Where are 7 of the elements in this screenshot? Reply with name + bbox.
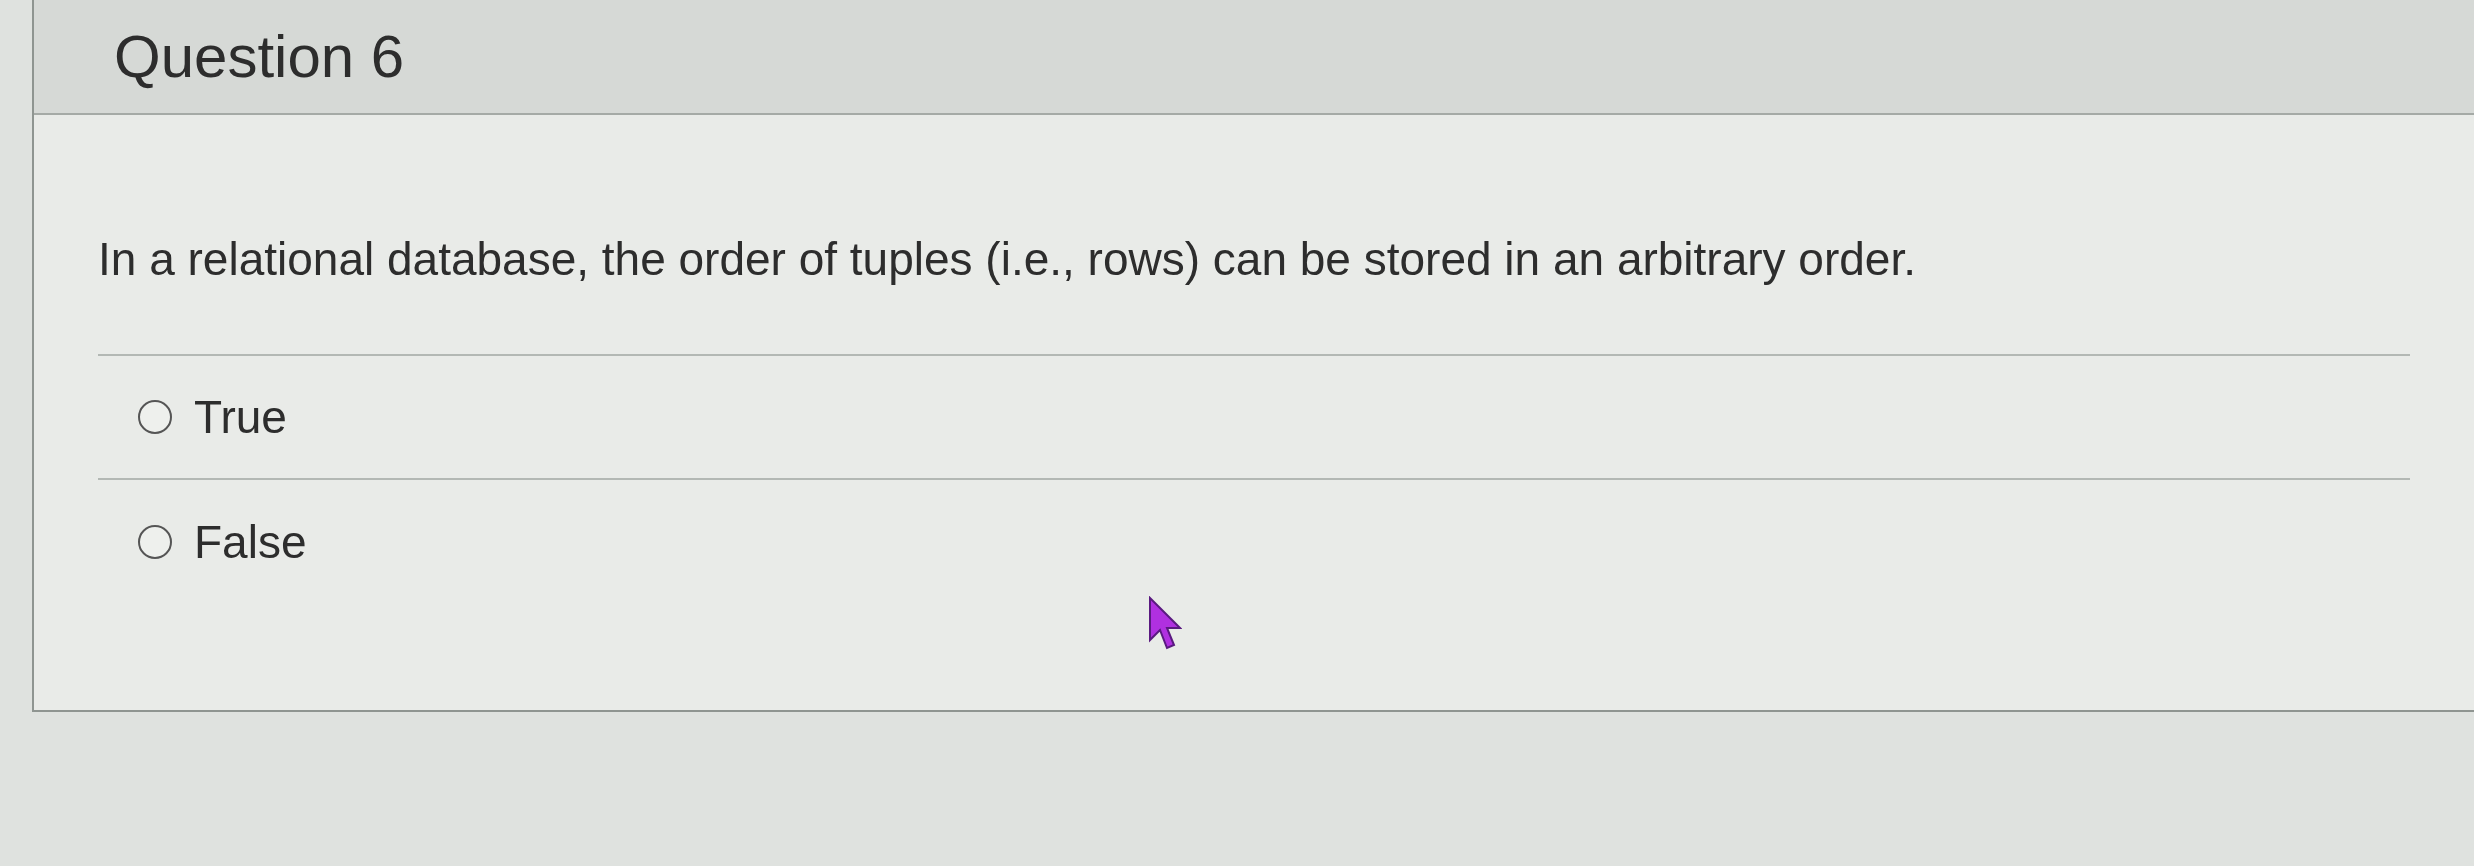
option-label[interactable]: False — [194, 507, 307, 577]
option-label[interactable]: True — [194, 382, 287, 452]
question-text: In a relational database, the order of tuples (i.e., rows) can be stored in an arbitrary order. — [98, 232, 1917, 287]
cursor-icon — [1148, 596, 1182, 652]
question-title: Question 6 — [114, 21, 405, 92]
radio-button[interactable] — [138, 525, 172, 559]
radio-button[interactable] — [138, 400, 172, 434]
